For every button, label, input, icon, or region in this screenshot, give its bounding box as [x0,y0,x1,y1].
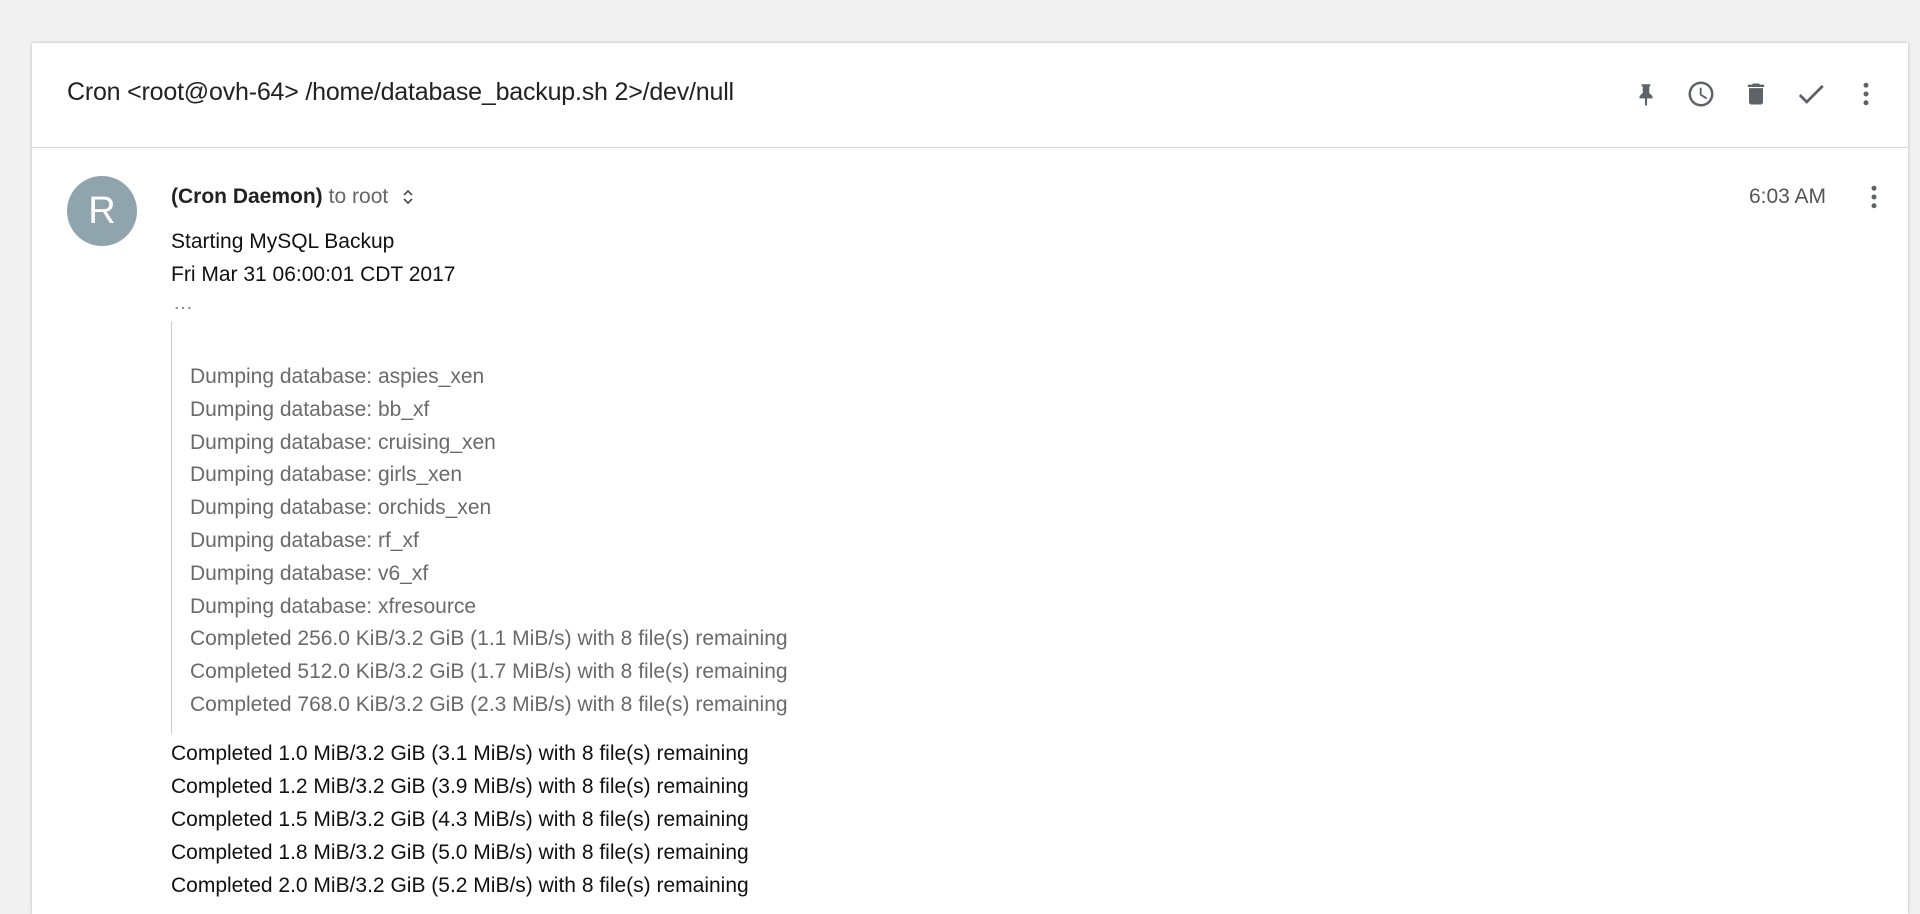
email-card: Cron <root@ovh-64> /home/database_backup… [32,43,1908,914]
message-body: Starting MySQL Backup Fri Mar 31 06:00:0… [171,225,1771,902]
quoted-line: Dumping database: rf_xf [190,528,419,552]
quoted-line: Dumping database: orchids_xen [190,496,492,520]
body-line: Starting MySQL Backup [171,230,395,253]
recipients: to root [328,185,389,208]
body-line: Completed 1.8 MiB/3.2 GiB (5.0 MiB/s) wi… [171,840,749,864]
body-line: Completed 1.0 MiB/3.2 GiB (3.1 MiB/s) wi… [171,741,749,765]
thread-subject: Cron <root@ovh-64> /home/database_backup… [67,78,734,106]
mark-done-button[interactable] [1783,74,1838,114]
avatar[interactable]: R [67,176,137,246]
trash-icon [1747,83,1764,105]
thread-more-button[interactable] [1838,74,1893,114]
body-line: Fri Mar 31 06:00:01 CDT 2017 [171,263,456,286]
pin-icon [1639,84,1652,106]
quoted-line: Completed 768.0 KiB/3.2 GiB (2.3 MiB/s) … [190,692,788,716]
more-vert-icon [1871,185,1877,209]
body-continued: Completed 1.0 MiB/3.2 GiB (3.1 MiB/s) wi… [171,737,1771,902]
quoted-line: Dumping database: cruising_xen [190,430,496,454]
quoted-line: Dumping database: bb_xf [190,397,430,421]
expand-details-button[interactable] [398,187,418,207]
pin-button[interactable] [1618,74,1673,114]
thread-toolbar [1618,74,1893,114]
body-line: Completed 1.5 MiB/3.2 GiB (4.3 MiB/s) wi… [171,807,749,831]
quoted-line: Dumping database: v6_xf [190,561,429,585]
body-line: Completed 1.2 MiB/3.2 GiB (3.9 MiB/s) wi… [171,774,749,798]
snooze-button[interactable] [1673,74,1728,114]
delete-button[interactable] [1728,74,1783,114]
done-check-icon [1798,84,1824,104]
unfold-icon [403,189,413,205]
avatar-letter: R [88,189,116,232]
body-line: Completed 2.0 MiB/3.2 GiB (5.2 MiB/s) wi… [171,873,749,897]
quoted-block: Dumping database: aspies_xen Dumping dat… [171,321,1771,734]
snooze-clock-icon [1688,81,1713,107]
sender-name[interactable]: (Cron Daemon) [171,185,323,209]
thread-header: Cron <root@ovh-64> /home/database_backup… [32,43,1908,148]
quoted-line: Dumping database: girls_xen [190,463,462,487]
message-time: 6:03 AM [1748,185,1826,208]
quoted-line: Dumping database: xfresource [190,594,476,618]
quoted-line: Completed 512.0 KiB/3.2 GiB (1.7 MiB/s) … [190,660,788,684]
message-header: (Cron Daemon) to root [171,185,418,209]
quoted-line: Completed 256.0 KiB/3.2 GiB (1.1 MiB/s) … [190,627,788,651]
more-vert-icon [1863,82,1868,106]
message-more-button[interactable] [1852,177,1896,217]
show-trimmed-content-button[interactable]: … [171,291,1771,321]
quoted-line: Dumping database: aspies_xen [190,365,485,388]
